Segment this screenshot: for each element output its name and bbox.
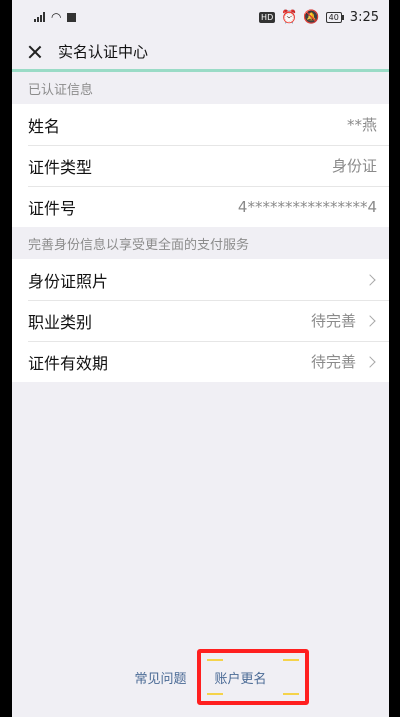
chevron-right-icon <box>364 355 376 368</box>
row-label: 姓名 <box>28 116 61 136</box>
page-title: 实名认证中心 <box>58 43 149 61</box>
row-value: 4****************4 <box>237 197 377 216</box>
chevron-right-icon <box>364 314 376 327</box>
hd-icon: HD <box>259 11 276 23</box>
title-bar: 实名认证中心 <box>12 34 389 72</box>
signal-icon <box>34 12 45 22</box>
row-label: 职业类别 <box>28 312 93 332</box>
status-right: HD ⏰ 🔕 40 3:25 <box>259 10 379 25</box>
row-id-validity[interactable]: 证件有效期 待完善 <box>12 341 389 382</box>
phone-screen: ◠ HD ⏰ 🔕 40 3:25 实名认证中心 已认证信息 姓名 **燕 证件类… <box>12 0 389 717</box>
highlight-box <box>197 649 309 705</box>
battery-level: 40 <box>325 11 342 23</box>
row-label: 身份证照片 <box>28 271 109 291</box>
complete-info-group: 身份证照片 职业类别 待完善 证件有效期 待完善 <box>12 259 389 382</box>
row-value: 身份证 <box>331 157 377 175</box>
notification-icon <box>67 12 77 22</box>
battery-icon: 40 <box>325 11 344 23</box>
alarm-icon: ⏰ <box>281 9 298 25</box>
verified-info-group: 姓名 **燕 证件类型 身份证 证件号 4****************4 <box>12 104 389 227</box>
row-occupation[interactable]: 职业类别 待完善 <box>12 300 389 341</box>
verified-section-label: 已认证信息 <box>28 82 94 98</box>
mute-icon: 🔕 <box>303 9 320 25</box>
wifi-icon: ◠ <box>51 10 62 24</box>
status-left: ◠ <box>34 10 77 24</box>
complete-section-label: 完善身份信息以享受更全面的支付服务 <box>28 237 250 253</box>
row-id-number: 证件号 4****************4 <box>12 186 389 227</box>
row-value: **燕 <box>346 116 377 134</box>
row-value: 待完善 <box>310 353 356 371</box>
status-bar: ◠ HD ⏰ 🔕 40 3:25 <box>12 0 389 34</box>
status-time: 3:25 <box>349 9 379 25</box>
chevron-right-icon <box>364 273 376 286</box>
row-label: 证件类型 <box>28 157 93 177</box>
row-id-photo[interactable]: 身份证照片 <box>12 259 389 300</box>
faq-link[interactable]: 常见问题 <box>134 666 186 689</box>
row-label: 证件号 <box>28 198 77 218</box>
row-value: 待完善 <box>310 312 356 330</box>
row-label: 证件有效期 <box>28 353 109 373</box>
close-icon[interactable] <box>26 43 44 61</box>
row-id-type: 证件类型 身份证 <box>12 145 389 186</box>
row-name: 姓名 **燕 <box>12 104 389 145</box>
